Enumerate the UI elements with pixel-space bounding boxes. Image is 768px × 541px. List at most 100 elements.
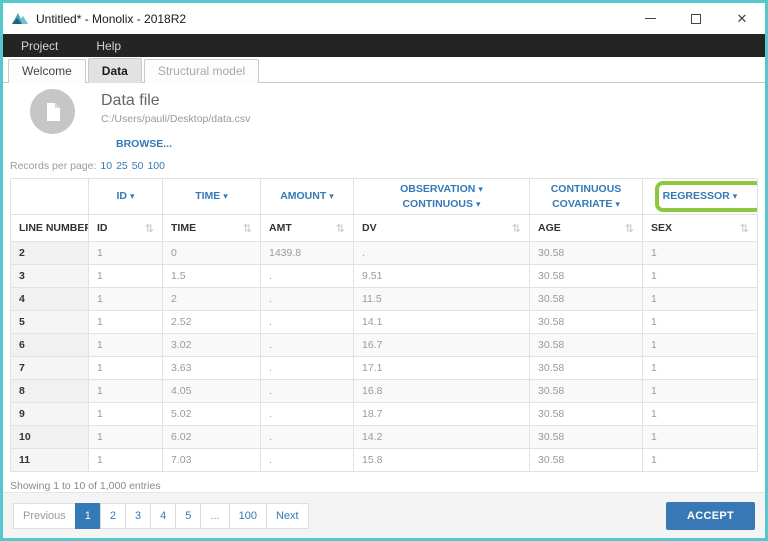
data-tab-content: Data file C:/Users/pauli/Desktop/data.cs… [3, 83, 765, 492]
table-row: 1016.02.14.230.581 [11, 426, 758, 449]
monolix-logo-icon [11, 11, 29, 26]
table-cell: 4.05 [163, 380, 261, 403]
column-header-dv[interactable]: DV⇅ [354, 215, 530, 242]
records-option-25[interactable]: 25 [116, 160, 128, 172]
line-number-cell: 4 [11, 288, 89, 311]
table-cell: . [261, 426, 354, 449]
page-button-100[interactable]: 100 [229, 503, 267, 529]
records-option-100[interactable]: 100 [147, 160, 165, 172]
page-button-4[interactable]: 4 [150, 503, 176, 529]
records-per-page: Records per page:102550100 [10, 160, 765, 172]
maximize-button[interactable] [673, 3, 719, 34]
type-selector-dv: OBSERVATION▾CONTINUOUS▾ [354, 179, 530, 215]
table-cell: . [261, 265, 354, 288]
table-cell: 1 [89, 449, 163, 472]
line-number-cell: 10 [11, 426, 89, 449]
menu-item-project[interactable]: Project [9, 36, 70, 56]
column-header-row: LINE NUMBER⇅ID⇅TIME⇅AMT⇅DV⇅AGE⇅SEX⇅ [11, 215, 758, 242]
caret-down-icon: ▾ [733, 191, 738, 201]
column-header-inner: AGE ⇅ [538, 222, 634, 235]
records-option-50[interactable]: 50 [132, 160, 144, 172]
page-button-3[interactable]: 3 [125, 503, 151, 529]
table-cell: 1 [643, 449, 758, 472]
tab-structural-model[interactable]: Structural model [144, 59, 259, 83]
table-cell: 17.1 [354, 357, 530, 380]
type-dropdown-amount[interactable]: AMOUNT▾ [262, 189, 352, 204]
minimize-button[interactable] [627, 3, 673, 34]
sort-icon: ⇅ [740, 222, 749, 235]
page-button-previous[interactable]: Previous [13, 503, 76, 529]
table-row: 311.5.9.5130.581 [11, 265, 758, 288]
type-dropdown-observation[interactable]: OBSERVATION▾ [355, 182, 528, 197]
maximize-icon [691, 14, 701, 24]
table-row: 915.02.18.730.581 [11, 403, 758, 426]
table-cell: 3.02 [163, 334, 261, 357]
type-selector-sex: REGRESSOR▾ [643, 179, 758, 215]
column-header-inner: TIME⇅ [171, 222, 252, 235]
table-cell: . [261, 334, 354, 357]
data-file-path: C:/Users/pauli/Desktop/data.csv [101, 113, 250, 125]
sort-icon: ⇅ [625, 222, 634, 235]
line-number-cell: 5 [11, 311, 89, 334]
records-option-10[interactable]: 10 [100, 160, 112, 172]
page-button-next[interactable]: Next [266, 503, 309, 529]
entries-summary: Showing 1 to 10 of 1,000 entries [10, 480, 765, 492]
browse-button[interactable]: BROWSE... [116, 138, 250, 150]
line-number-cell: 6 [11, 334, 89, 357]
table-row: 814.05.16.830.581 [11, 380, 758, 403]
table-cell: 1 [89, 288, 163, 311]
window-title: Untitled* - Monolix - 2018R2 [36, 12, 627, 26]
accept-button[interactable]: ACCEPT [666, 502, 755, 530]
column-header-label: AMT [269, 222, 292, 234]
column-header-sex[interactable]: SEX ⇅ [643, 215, 758, 242]
table-cell: 7.03 [163, 449, 261, 472]
line-number-cell: 2 [11, 242, 89, 265]
table-cell: 2 [163, 288, 261, 311]
table-cell: 16.7 [354, 334, 530, 357]
type-dropdown-time[interactable]: TIME▾ [164, 189, 259, 204]
table-cell: . [261, 449, 354, 472]
column-header-age[interactable]: AGE ⇅ [530, 215, 643, 242]
column-header-time[interactable]: TIME⇅ [163, 215, 261, 242]
close-button[interactable]: ✕ [719, 3, 765, 34]
menu-item-help[interactable]: Help [84, 36, 133, 56]
page-button-2[interactable]: 2 [100, 503, 126, 529]
column-header-label: AGE [538, 222, 561, 234]
table-cell: 1 [643, 426, 758, 449]
type-dropdown-continuous[interactable]: CONTINUOUS▾ [355, 197, 528, 212]
column-header-amt[interactable]: AMT⇅ [261, 215, 354, 242]
table-cell: . [261, 357, 354, 380]
table-cell: 1 [643, 334, 758, 357]
page-button-[interactable]: ... [200, 503, 229, 529]
page-button-1[interactable]: 1 [75, 503, 101, 529]
page-button-5[interactable]: 5 [175, 503, 201, 529]
tab-data[interactable]: Data [88, 58, 142, 83]
caret-down-icon: ▾ [329, 191, 334, 201]
data-table: ID▾TIME▾AMOUNT▾OBSERVATION▾CONTINUOUS▾CO… [10, 178, 758, 472]
column-header-label: SEX [651, 222, 672, 234]
table-row: 412.11.530.581 [11, 288, 758, 311]
column-header-line-number[interactable]: LINE NUMBER⇅ [11, 215, 89, 242]
table-cell: 1 [643, 403, 758, 426]
table-row: 613.02.16.730.581 [11, 334, 758, 357]
type-dropdown-regressor[interactable]: REGRESSOR▾ [644, 189, 756, 204]
type-dropdown-covariate[interactable]: COVARIATE▾ [531, 197, 641, 212]
type-selector-age: CONTINUOUSCOVARIATE▾ [530, 179, 643, 215]
type-dropdown-continuous[interactable]: CONTINUOUS [531, 182, 641, 197]
table-cell: 1 [89, 357, 163, 380]
table-cell: . [261, 403, 354, 426]
table-row: 1117.03.15.830.581 [11, 449, 758, 472]
caret-down-icon: ▾ [615, 199, 620, 209]
type-dropdown-id[interactable]: ID▾ [90, 189, 161, 204]
caret-down-icon: ▾ [478, 184, 483, 194]
table-cell: 30.58 [530, 426, 643, 449]
table-cell: 30.58 [530, 311, 643, 334]
column-header-id[interactable]: ID⇅ [89, 215, 163, 242]
table-cell: 1.5 [163, 265, 261, 288]
tab-welcome[interactable]: Welcome [8, 59, 86, 83]
table-cell: 30.58 [530, 357, 643, 380]
table-cell: 6.02 [163, 426, 261, 449]
sort-icon: ⇅ [243, 222, 252, 235]
type-selector-time: TIME▾ [163, 179, 261, 215]
caret-down-icon: ▾ [130, 191, 135, 201]
